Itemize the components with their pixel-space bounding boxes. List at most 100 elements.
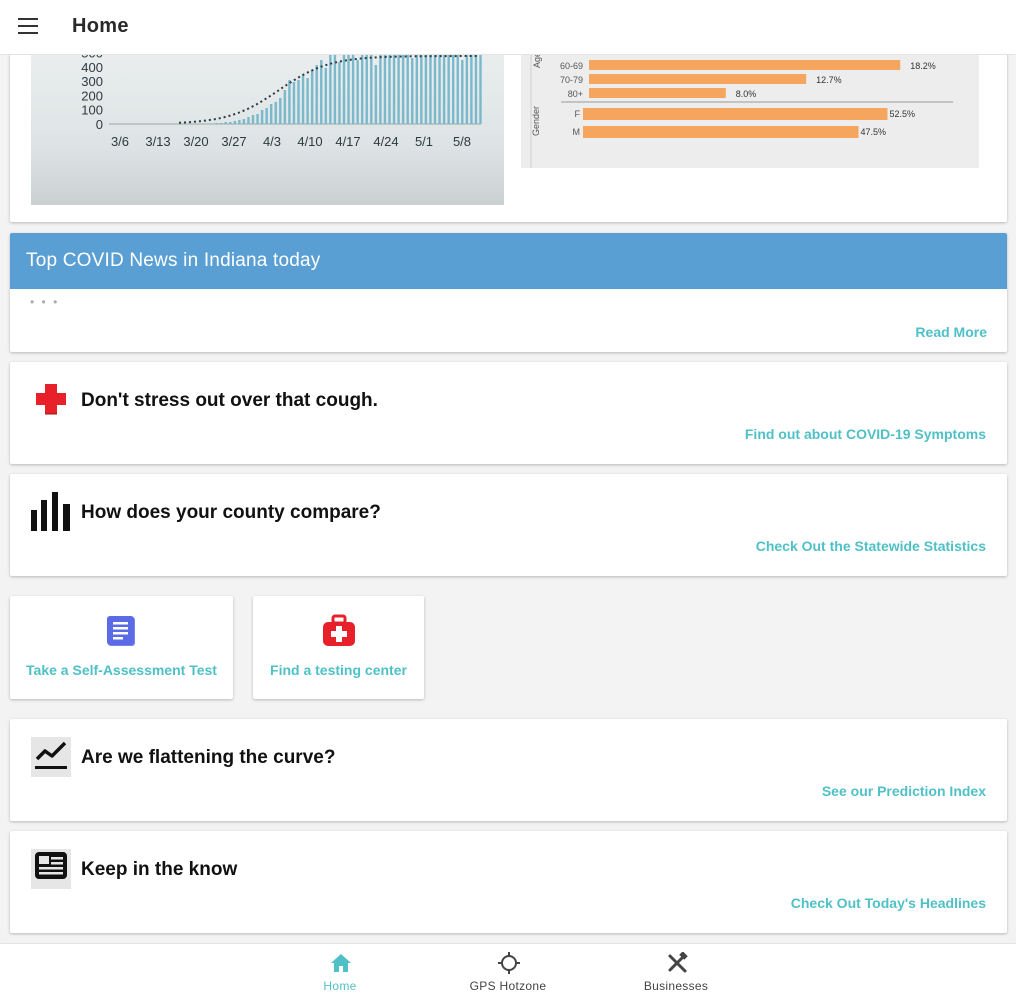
age-value-label: 18.2% [910,61,936,71]
case-bar [238,120,241,124]
self-assessment-label: Take a Self-Assessment Test [26,662,217,678]
x-tick-label: 5/1 [415,134,433,149]
case-bar [474,50,478,124]
age-bar [589,60,901,70]
gender-bar [583,108,888,120]
case-bar [374,65,378,124]
case-bar [379,50,382,124]
app-bar: Home [0,0,1016,55]
symptoms-title: Don't stress out over that cough. [81,390,378,411]
age-value-label: 8.0% [736,89,757,99]
testing-center-tile[interactable]: Find a testing center [253,596,424,699]
case-bar [406,55,409,124]
news-card: Top COVID News in Indiana today • • • Re… [10,233,1007,352]
gender-axis-label: Gender [531,106,541,136]
news-loading-indicator: • • • [30,295,60,309]
case-bar [452,55,455,124]
crosshair-icon [498,952,520,974]
symptoms-card[interactable]: Don't stress out over that cough. Find o… [10,362,1007,464]
case-bar [256,114,259,124]
case-bar [310,70,314,124]
case-bar [229,122,232,124]
x-tick-label: 4/17 [335,134,360,149]
nav-home-label: Home [323,979,357,993]
case-bar [479,48,482,124]
gender-value-label: 47.5% [861,127,887,137]
nav-home[interactable]: Home [256,944,424,1000]
case-bar [242,119,246,124]
prediction-index-link[interactable]: See our Prediction Index [822,783,986,799]
x-tick-label: 4/10 [297,134,322,149]
news-header: Top COVID News in Indiana today [10,233,1007,289]
read-more-link[interactable]: Read More [915,324,987,340]
trending-chart-icon [31,737,71,777]
x-tick-label: 3/6 [111,134,129,149]
case-bar [356,60,359,124]
y-tick-label: 200 [81,88,103,103]
case-bar [429,52,432,124]
case-bar [442,46,446,124]
nav-businesses-label: Businesses [643,979,709,993]
case-bar [347,50,350,124]
y-tick-label: 300 [81,74,103,89]
case-bar [447,50,450,124]
self-assessment-tile[interactable]: Take a Self-Assessment Test [10,596,233,699]
case-bar [219,123,223,124]
bar-chart-icon [31,492,71,532]
red-cross-icon [31,380,71,420]
county-compare-title: How does your county compare? [81,502,381,523]
case-bar [260,110,264,124]
headlines-link[interactable]: Check Out Today's Headlines [791,895,986,911]
document-icon [105,614,139,648]
x-tick-label: 3/13 [145,134,170,149]
flattening-curve-card[interactable]: Are we flattening the curve? See our Pre… [10,719,1007,821]
x-tick-label: 3/20 [183,134,208,149]
case-bar [365,50,368,124]
menu-icon[interactable] [18,18,38,36]
case-bar [411,58,414,124]
x-tick-label: 3/27 [221,134,246,149]
case-bar [301,75,305,124]
case-bar [392,55,396,124]
case-bar [324,68,327,124]
flattening-curve-title: Are we flattening the curve? [81,747,336,768]
gender-bar [583,126,859,138]
case-bar [424,48,428,124]
case-bar [438,50,441,124]
age-bar [589,74,807,84]
gender-row-label: M [573,127,581,137]
headlines-title: Keep in the know [81,859,238,880]
case-bar [279,98,282,124]
case-bar [251,115,255,124]
case-bar [342,55,346,124]
nav-businesses[interactable]: Businesses [592,944,760,1000]
first-aid-kit-icon [322,614,356,648]
case-bar [461,60,464,124]
case-bar [274,102,277,124]
case-bar [288,80,291,124]
county-compare-card[interactable]: How does your county compare? Check Out … [10,474,1007,576]
case-bar [415,50,418,124]
bottom-navigation: Home GPS Hotzone Businesses [0,943,1016,1000]
y-tick-label: 100 [81,103,103,118]
case-bar [247,117,250,124]
symptoms-link[interactable]: Find out about COVID-19 Symptoms [745,426,986,442]
statewide-statistics-link[interactable]: Check Out the Statewide Statistics [756,538,986,554]
age-row-label: 60-69 [560,61,583,71]
nav-gps-hotzone[interactable]: GPS Hotzone [424,944,592,1000]
case-bar [329,55,332,124]
y-tick-label: 0 [96,117,103,132]
case-bar [338,62,341,124]
case-bar [224,122,227,124]
newspaper-icon [31,849,71,889]
case-bar [320,60,323,124]
x-tick-label: 4/3 [263,134,281,149]
case-bar [333,50,337,124]
case-bar [292,82,296,124]
case-bar [397,50,400,124]
headlines-card[interactable]: Keep in the know Check Out Today's Headl… [10,831,1007,933]
gender-value-label: 52.5% [890,109,916,119]
tools-icon [666,951,688,974]
x-tick-label: 5/8 [453,134,471,149]
case-bar [315,65,318,124]
